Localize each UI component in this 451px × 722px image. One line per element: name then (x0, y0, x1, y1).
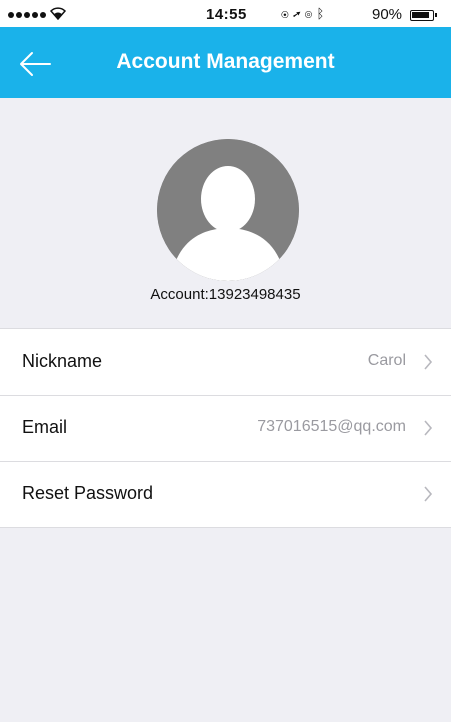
profile-section: Account:13923498435 (0, 98, 451, 328)
status-icons: ◉➚◎ᛒ (281, 6, 328, 21)
chevron-right-icon (424, 420, 433, 436)
row-value: 737016515@qq.com (257, 418, 406, 435)
settings-list: Nickname Carol Email 737016515@qq.com Re… (0, 328, 451, 528)
location-icon: ➚ (292, 6, 305, 21)
chevron-right-icon (424, 354, 433, 370)
battery-percent: 90% (372, 6, 403, 23)
cellular-signal-icon (8, 12, 46, 18)
chevron-right-icon (424, 486, 433, 502)
nickname-row[interactable]: Nickname Carol (0, 329, 451, 395)
email-row[interactable]: Email 737016515@qq.com (0, 395, 451, 461)
user-avatar-icon[interactable] (157, 139, 299, 281)
page-title: Account Management (116, 50, 335, 73)
alarm-icon: ◎ (304, 6, 317, 21)
account-number: Account:13923498435 (150, 286, 301, 303)
wifi-icon (49, 6, 67, 23)
status-time: 14:55 (206, 6, 247, 23)
lock-rotation-icon: ◉ (281, 6, 293, 21)
status-bar: 14:55 ◉➚◎ᛒ 90% (0, 0, 451, 30)
row-label: Email (22, 417, 68, 437)
row-label: Reset Password (22, 483, 154, 503)
row-value: Carol (367, 352, 406, 369)
reset-password-row[interactable]: Reset Password (0, 461, 451, 527)
bluetooth-icon: ᛒ (316, 6, 329, 21)
nav-bar: Account Management (0, 30, 451, 98)
battery-icon (410, 10, 437, 21)
row-label: Nickname (22, 351, 103, 371)
